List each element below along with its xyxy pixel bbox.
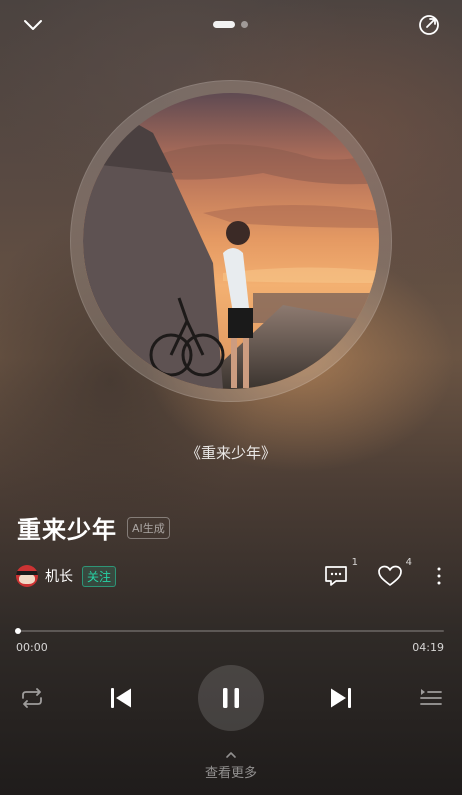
song-actions: 1 4 [322, 557, 444, 590]
album-disc[interactable] [70, 80, 392, 402]
pause-icon [223, 688, 239, 708]
album-artwork [83, 93, 379, 389]
progress-knob[interactable] [15, 628, 21, 634]
comment-count: 1 [351, 557, 358, 568]
view-more-link[interactable]: 查看更多 [0, 762, 462, 781]
playback-controls [0, 665, 462, 731]
artist-row: 机长 关注 [16, 565, 117, 587]
current-time: 00:00 [16, 641, 48, 654]
comment-button[interactable]: 1 [322, 557, 358, 590]
duration: 04:19 [412, 641, 444, 654]
playlist-icon[interactable] [420, 686, 442, 708]
artist-name[interactable]: 机长 [45, 566, 73, 586]
chevron-up-icon[interactable] [0, 744, 462, 758]
repeat-icon[interactable] [18, 686, 46, 710]
page-indicator [213, 21, 248, 28]
follow-button[interactable]: 关注 [82, 565, 117, 587]
top-bar [0, 0, 462, 50]
share-icon[interactable] [416, 12, 442, 38]
song-title-row: 重来少年 AI生成 [17, 510, 170, 545]
progress-bar[interactable] [15, 628, 444, 634]
like-count: 4 [405, 557, 412, 568]
page-dot-active [213, 21, 235, 28]
heart-icon [378, 565, 402, 586]
page-dot[interactable] [241, 21, 248, 28]
previous-icon[interactable] [108, 685, 134, 711]
more-options-icon[interactable] [434, 562, 444, 590]
artwork-caption: 《重来少年》 [185, 444, 276, 462]
like-button[interactable]: 4 [376, 557, 412, 590]
artist-avatar[interactable] [16, 565, 38, 587]
song-title: 重来少年 [17, 516, 117, 544]
pause-button[interactable] [198, 665, 264, 731]
ai-generated-badge: AI生成 [127, 516, 170, 539]
comment-icon [325, 566, 347, 586]
chevron-down-icon[interactable] [18, 12, 48, 38]
next-icon[interactable] [328, 685, 354, 711]
